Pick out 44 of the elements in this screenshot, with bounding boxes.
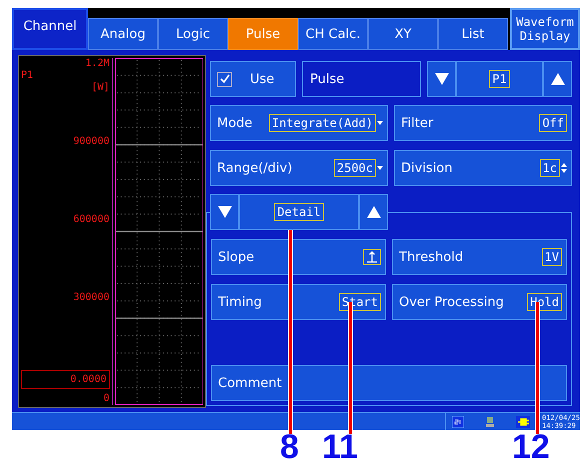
up-triangle-icon bbox=[366, 206, 380, 218]
down-triangle-icon bbox=[434, 73, 448, 85]
callout-number: 11 bbox=[322, 430, 358, 464]
channel-button[interactable]: Channel bbox=[12, 8, 88, 50]
unit-label: [W] bbox=[91, 82, 110, 94]
reading-value: 0.0000 bbox=[21, 370, 110, 389]
setting-button[interactable]: Mode Integrate(Add) bbox=[210, 105, 388, 141]
setting-button[interactable]: Range(/div) 2500c bbox=[210, 150, 388, 186]
comment-button[interactable]: Comment bbox=[211, 365, 567, 401]
setting-button[interactable]: Division 1c bbox=[394, 150, 572, 186]
channel-select[interactable]: P1 bbox=[456, 61, 543, 97]
callout-number: 12 bbox=[512, 430, 550, 464]
use-checkbox[interactable] bbox=[217, 72, 232, 86]
use-button[interactable]: Use bbox=[210, 61, 296, 97]
tab[interactable]: XY bbox=[368, 18, 438, 50]
up-triangle-icon bbox=[550, 73, 564, 85]
down-triangle-icon bbox=[218, 206, 232, 218]
detail-button[interactable]: Detail bbox=[239, 194, 359, 230]
scale-max-label: 1.2M bbox=[85, 58, 110, 70]
tab[interactable]: Logic bbox=[158, 18, 228, 50]
up-button[interactable] bbox=[359, 194, 388, 230]
down-button[interactable] bbox=[427, 61, 456, 97]
scale-tick-label: 600000 bbox=[73, 214, 110, 226]
waveform-display-button[interactable]: Waveform Display bbox=[510, 8, 580, 50]
spin-arrows-icon bbox=[561, 163, 567, 173]
channel-label: P1 bbox=[21, 70, 34, 82]
dropdown-caret-icon bbox=[377, 121, 383, 125]
tab[interactable]: List bbox=[438, 18, 508, 50]
scale-min-label: 0 bbox=[103, 393, 110, 405]
rising-edge-icon bbox=[363, 249, 381, 265]
computer-icon bbox=[485, 416, 495, 428]
tab[interactable]: CH Calc. bbox=[298, 18, 368, 50]
power-plug-icon bbox=[516, 416, 530, 428]
up-button[interactable] bbox=[543, 61, 572, 97]
callout-number: 8 bbox=[280, 430, 299, 464]
tab[interactable]: Analog bbox=[88, 18, 158, 50]
setting-button[interactable]: Slope bbox=[211, 239, 386, 275]
setting-button[interactable]: Filter Off bbox=[394, 105, 572, 141]
dropdown-caret-icon bbox=[377, 166, 383, 170]
down-button[interactable] bbox=[210, 194, 239, 230]
scale-tick-label: 900000 bbox=[73, 136, 110, 148]
setting-button[interactable]: Threshold 1V bbox=[392, 239, 567, 275]
name-field[interactable]: Pulse bbox=[302, 61, 421, 97]
scale-tick-label: 300000 bbox=[73, 292, 110, 304]
